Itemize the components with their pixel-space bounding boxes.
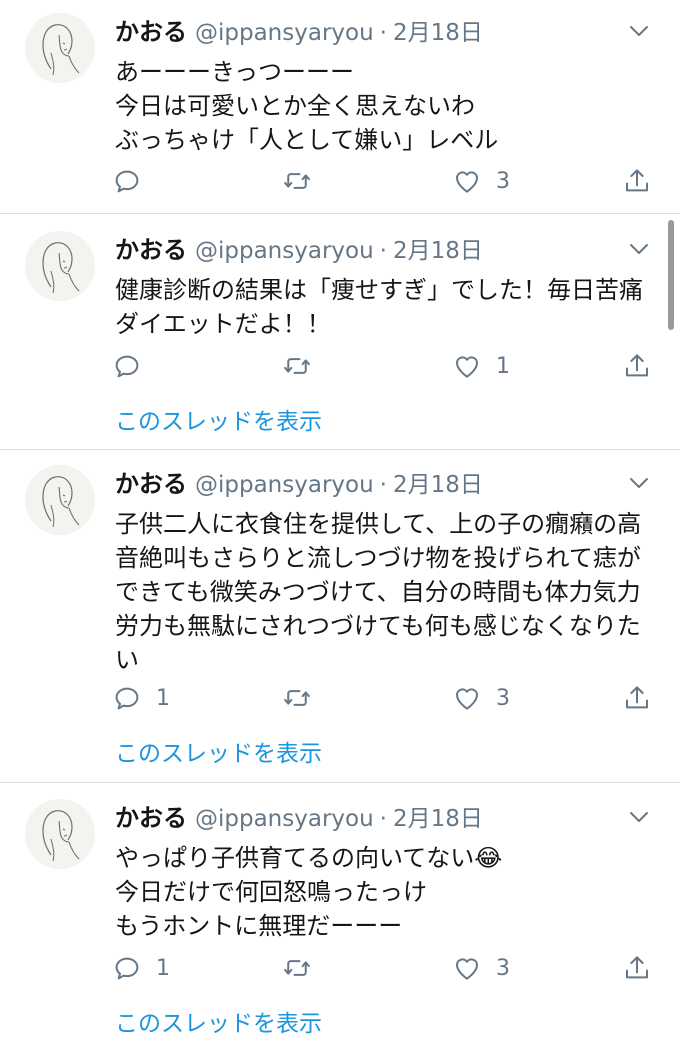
timestamp[interactable]: 2月18日 xyxy=(393,20,483,46)
tweet-actions: 3 xyxy=(0,161,680,201)
reply-button[interactable] xyxy=(112,346,156,386)
like-count: 1 xyxy=(496,353,510,379)
tweet-header: かおる @ippansyaryou · 2月18日 xyxy=(115,466,483,502)
avatar[interactable] xyxy=(25,13,95,83)
avatar[interactable] xyxy=(25,465,95,535)
reply-button[interactable]: 1 xyxy=(112,948,170,988)
display-name[interactable]: かおる xyxy=(115,804,187,832)
tweet-text: 子供二人に衣食住を提供して、上の子の癇癪の高音絶叫もさらりと流しつづけ物を投げら… xyxy=(115,510,642,674)
retweet-button[interactable] xyxy=(282,161,326,201)
tweet-actions: 1 3 xyxy=(0,678,680,718)
tweet-text: やっぱり子供育てるの向いてない😂 今日だけで何回怒鳴ったっけ もうホントに無理だ… xyxy=(115,844,503,940)
avatar[interactable] xyxy=(25,231,95,301)
like-count: 3 xyxy=(496,955,510,981)
display-name[interactable]: かおる xyxy=(115,470,187,498)
display-name[interactable]: かおる xyxy=(115,18,187,46)
reply-icon xyxy=(112,166,142,196)
like-button[interactable]: 3 xyxy=(452,678,510,718)
separator: · xyxy=(379,472,387,498)
chevron-down-icon[interactable] xyxy=(622,238,656,260)
like-button[interactable]: 3 xyxy=(452,161,510,201)
show-thread-link[interactable]: このスレッドを表示 xyxy=(115,1008,322,1040)
like-count: 3 xyxy=(496,168,510,194)
share-icon xyxy=(622,953,652,983)
separator: · xyxy=(379,806,387,832)
show-thread-link[interactable]: このスレッドを表示 xyxy=(115,406,322,438)
like-button[interactable]: 3 xyxy=(452,948,510,988)
heart-icon xyxy=(452,953,482,983)
avatar[interactable] xyxy=(25,799,95,869)
tweet-header: かおる @ippansyaryou · 2月18日 xyxy=(115,232,483,268)
reply-count: 1 xyxy=(156,955,170,981)
username[interactable]: @ippansyaryou xyxy=(195,472,374,498)
tweet-text: あーーーきっつーーー 今日は可愛いとか全く思えないわ ぶっちゃけ「人として嫌い」… xyxy=(115,58,499,154)
retweet-icon xyxy=(282,953,312,983)
divider xyxy=(0,782,680,783)
tweet-header: かおる @ippansyaryou · 2月18日 xyxy=(115,800,483,836)
display-name[interactable]: かおる xyxy=(115,236,187,264)
reply-count: 1 xyxy=(156,685,170,711)
retweet-icon xyxy=(282,683,312,713)
username[interactable]: @ippansyaryou xyxy=(195,20,374,46)
retweet-icon xyxy=(282,166,312,196)
timestamp[interactable]: 2月18日 xyxy=(393,472,483,498)
timestamp[interactable]: 2月18日 xyxy=(393,238,483,264)
tweet-actions: 1 3 xyxy=(0,948,680,988)
like-count: 3 xyxy=(496,685,510,711)
share-button[interactable] xyxy=(622,678,652,718)
username[interactable]: @ippansyaryou xyxy=(195,238,374,264)
like-button[interactable]: 1 xyxy=(452,346,510,386)
divider xyxy=(0,213,680,214)
tweet[interactable]: かおる @ippansyaryou · 2月18日 あーーーきっつーーー 今日は可愛い… xyxy=(0,0,680,213)
separator: · xyxy=(379,238,387,264)
retweet-button[interactable] xyxy=(282,678,326,718)
share-icon xyxy=(622,683,652,713)
show-thread-link[interactable]: このスレッドを表示 xyxy=(115,738,322,770)
tweet[interactable]: かおる @ippansyaryou · 2月18日 やっぱり子供育てるの向いてない😂 … xyxy=(0,786,680,1049)
tweet-header: かおる @ippansyaryou · 2月18日 xyxy=(115,14,483,50)
username[interactable]: @ippansyaryou xyxy=(195,806,374,832)
tweet-actions: 1 xyxy=(0,346,680,386)
chevron-down-icon[interactable] xyxy=(622,20,656,42)
tweet-text: 健康診断の結果は「痩せすぎ」でした！毎日苦痛ダイエットだよ！！ xyxy=(115,276,643,338)
reply-button[interactable]: 1 xyxy=(112,678,170,718)
reply-icon xyxy=(112,351,142,381)
share-button[interactable] xyxy=(622,346,652,386)
chevron-down-icon[interactable] xyxy=(622,806,656,828)
reply-icon xyxy=(112,953,142,983)
divider xyxy=(0,449,680,450)
tweet[interactable]: かおる @ippansyaryou · 2月18日 子供二人に衣食住を提供して、上の子… xyxy=(0,452,680,782)
reply-button[interactable] xyxy=(112,161,156,201)
heart-icon xyxy=(452,683,482,713)
share-button[interactable] xyxy=(622,948,652,988)
reply-icon xyxy=(112,683,142,713)
heart-icon xyxy=(452,166,482,196)
share-icon xyxy=(622,351,652,381)
separator: · xyxy=(379,20,387,46)
heart-icon xyxy=(452,351,482,381)
chevron-down-icon[interactable] xyxy=(622,472,656,494)
share-icon xyxy=(622,166,652,196)
share-button[interactable] xyxy=(622,161,652,201)
scrollbar[interactable] xyxy=(668,220,674,330)
tweet[interactable]: かおる @ippansyaryou · 2月18日 健康診断の結果は「痩せすぎ」でした… xyxy=(0,218,680,448)
retweet-icon xyxy=(282,351,312,381)
retweet-button[interactable] xyxy=(282,948,326,988)
timestamp[interactable]: 2月18日 xyxy=(393,806,483,832)
retweet-button[interactable] xyxy=(282,346,326,386)
